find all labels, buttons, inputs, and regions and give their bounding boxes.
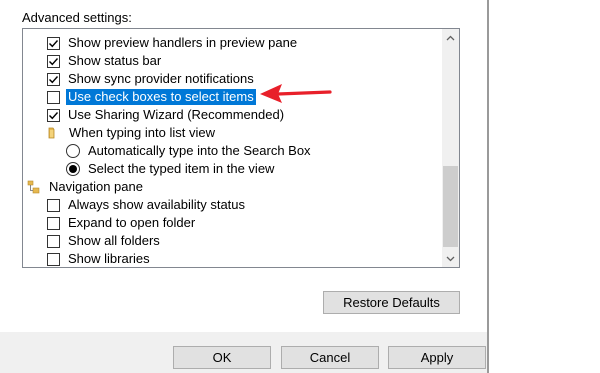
tree-item-label: Show sync provider notifications <box>68 71 254 86</box>
window-border <box>487 0 489 373</box>
tree-item-show-sync-notifications[interactable]: Show sync provider notifications <box>47 70 256 88</box>
checkmark-icon <box>49 39 59 47</box>
checkmark-icon <box>49 57 59 65</box>
ok-button[interactable]: OK <box>173 346 271 369</box>
radio-dot <box>69 165 77 173</box>
checkbox[interactable] <box>47 36 60 50</box>
annotation-arrow-icon <box>260 84 332 103</box>
apply-button[interactable]: Apply <box>388 346 486 369</box>
tree-item-show-libraries[interactable]: Show libraries <box>47 250 152 267</box>
vertical-scrollbar[interactable] <box>442 29 459 267</box>
checkbox[interactable] <box>47 90 60 104</box>
radio-button[interactable] <box>66 162 80 176</box>
scroll-thumb[interactable] <box>443 166 458 247</box>
tree-item-label: Use check boxes to select items <box>66 89 256 105</box>
checkmark-icon <box>49 111 59 119</box>
chevron-down-icon <box>446 256 455 261</box>
tree-item-always-show-availability[interactable]: Always show availability status <box>47 196 247 214</box>
checkbox[interactable] <box>47 216 60 230</box>
checkbox[interactable] <box>47 54 60 68</box>
restore-defaults-button[interactable]: Restore Defaults <box>323 291 460 314</box>
tree-item-label: Use Sharing Wizard (Recommended) <box>68 107 285 122</box>
scroll-down-button[interactable] <box>442 250 459 267</box>
tree-item-expand-to-open-folder[interactable]: Expand to open folder <box>47 214 197 232</box>
checkbox[interactable] <box>47 198 60 212</box>
tree-item-select-typed-item[interactable]: Select the typed item in the view <box>66 160 276 178</box>
folder-icon <box>48 127 55 139</box>
tree-item-label: Show all folders <box>68 233 160 248</box>
checkbox[interactable] <box>47 234 60 248</box>
desktop-background <box>489 0 600 373</box>
tree-group-label: Navigation pane <box>49 179 143 194</box>
checkbox[interactable] <box>47 252 60 266</box>
tree-item-auto-type-search[interactable]: Automatically type into the Search Box <box>66 142 313 160</box>
checkbox[interactable] <box>47 108 60 122</box>
tree-item-label: Automatically type into the Search Box <box>88 143 311 158</box>
advanced-settings-tree[interactable]: Show preview handlers in preview pane Sh… <box>22 28 460 268</box>
tree-group-when-typing: When typing into list view <box>47 124 217 142</box>
tree-group-label: When typing into list view <box>69 125 215 140</box>
tree-item-label: Show preview handlers in preview pane <box>68 35 298 50</box>
tree-item-show-all-folders[interactable]: Show all folders <box>47 232 162 250</box>
tree-item-label: Select the typed item in the view <box>88 161 275 176</box>
scroll-up-button[interactable] <box>442 29 459 46</box>
tree-item-use-check-boxes[interactable]: Use check boxes to select items <box>47 88 256 106</box>
tree-item-label: Show status bar <box>68 53 162 68</box>
tree-item-label: Expand to open folder <box>68 215 196 230</box>
checkbox[interactable] <box>47 72 60 86</box>
tree-item-show-status-bar[interactable]: Show status bar <box>47 52 163 70</box>
cancel-button[interactable]: Cancel <box>281 346 379 369</box>
tree-item-label: Always show availability status <box>68 197 246 212</box>
checkmark-icon <box>49 75 59 83</box>
tree-group-navigation-pane: Navigation pane <box>27 178 145 196</box>
radio-button[interactable] <box>66 144 80 158</box>
advanced-settings-label: Advanced settings: <box>22 10 132 25</box>
tree-item-use-sharing-wizard[interactable]: Use Sharing Wizard (Recommended) <box>47 106 286 124</box>
chevron-up-icon <box>446 35 455 40</box>
navigation-pane-icon <box>27 180 40 194</box>
tree-item-label: Show libraries <box>68 251 150 266</box>
tree-item-show-preview-handlers[interactable]: Show preview handlers in preview pane <box>47 34 299 52</box>
